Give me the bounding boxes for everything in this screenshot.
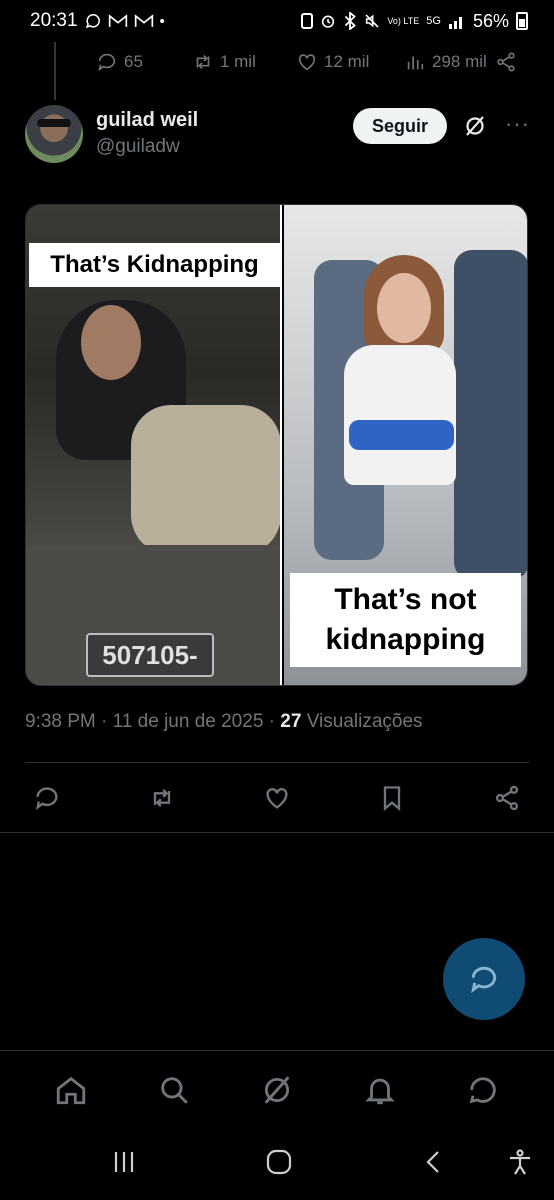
prev-share-button[interactable]	[495, 51, 517, 73]
meme-divider	[279, 205, 282, 685]
like-icon	[298, 54, 316, 71]
mute-icon	[364, 13, 380, 29]
repost-icon	[196, 54, 210, 70]
right-caption-line1: That’s not	[334, 583, 477, 616]
back-icon	[426, 1151, 439, 1173]
home-system-button[interactable]	[265, 1148, 293, 1181]
left-caption: That’s Kidnapping	[29, 243, 280, 287]
photo-belt-right	[348, 420, 454, 450]
bluetooth-icon	[343, 12, 357, 30]
grok-icon[interactable]	[463, 114, 487, 138]
photo-face-left	[81, 305, 141, 380]
tweet-media[interactable]: That’s Kidnapping 507105- That’s not kid…	[25, 204, 528, 686]
more-options-icon[interactable]: ···	[505, 111, 530, 137]
status-right: Vo) LTE 5G 56%	[301, 11, 528, 32]
battery-icon	[516, 12, 528, 30]
prev-repost-button[interactable]: 1 mil	[192, 51, 296, 73]
right-caption-line2: kidnapping	[325, 623, 486, 656]
notification-dot-icon: •	[159, 12, 165, 30]
volte-icon: Vo) LTE	[387, 15, 420, 26]
meta-separator: ·	[101, 711, 108, 732]
bookmark-icon[interactable]	[378, 784, 406, 812]
photo-face-right	[376, 273, 431, 343]
gmail-icon	[108, 13, 128, 29]
license-plate: 507105-	[86, 633, 214, 677]
alarm-icon	[320, 13, 336, 29]
messages-icon[interactable]	[466, 1073, 500, 1107]
tweet-date[interactable]: 11 de jun de 2025	[113, 711, 264, 732]
author-name[interactable]: guilad weil	[96, 109, 198, 132]
prev-views-button[interactable]: 298 mil	[404, 51, 487, 73]
divider-bottom	[0, 832, 554, 833]
prev-like-button[interactable]: 12 mil	[296, 51, 404, 73]
photo-shirt-right	[343, 345, 456, 485]
tweet-time[interactable]: 9:38 PM	[25, 711, 96, 732]
prev-like-count: 12 mil	[324, 52, 370, 71]
tweet-meta: 9:38 PM · 11 de jun de 2025 · 27 Visuali…	[25, 711, 423, 733]
status-left: 20:31 •	[30, 10, 165, 32]
home-icon[interactable]	[54, 1073, 88, 1107]
prev-reply-count: 65	[124, 52, 143, 71]
grok-icon[interactable]	[260, 1073, 294, 1107]
repost-icon[interactable]	[148, 784, 176, 812]
signal-icon	[448, 13, 466, 29]
prev-tweet-actions: 65 1 mil 12 mil 298 mil	[96, 48, 530, 76]
author-handle[interactable]: @guiladw	[96, 136, 198, 158]
accessibility-button[interactable]	[506, 1148, 534, 1181]
avatar[interactable]	[25, 105, 83, 163]
right-caption: That’s not kidnapping	[289, 573, 521, 667]
reply-icon	[98, 53, 116, 72]
share-icon[interactable]	[493, 784, 521, 812]
tweet-actions	[25, 781, 529, 815]
reply-icon	[471, 966, 497, 994]
views-count: 27	[280, 711, 302, 732]
share-icon	[497, 52, 515, 72]
prev-views-count: 298 mil	[432, 52, 487, 71]
meta-separator-2: ·	[268, 711, 275, 732]
network-type-icon: 5G	[426, 15, 441, 27]
meme-panel-left: That’s Kidnapping 507105-	[26, 205, 280, 685]
photo-legs-left	[131, 405, 280, 555]
follow-button[interactable]: Seguir	[353, 108, 448, 144]
accessibility-icon	[510, 1149, 530, 1175]
recent-apps-button[interactable]	[110, 1148, 138, 1181]
status-time: 20:31	[30, 10, 78, 31]
home-circle-icon	[266, 1149, 292, 1175]
back-button[interactable]	[420, 1148, 448, 1181]
photo-seat-right	[453, 250, 527, 580]
system-nav-bar	[0, 1128, 554, 1200]
meme-panel-right: That’s not kidnapping	[283, 205, 527, 685]
bottom-nav	[0, 1050, 554, 1128]
whatsapp-icon	[84, 12, 102, 30]
search-icon[interactable]	[157, 1073, 191, 1107]
divider-top	[25, 762, 529, 763]
recent-apps-icon	[114, 1152, 134, 1172]
tweet-author-row: guilad weil @guiladw Seguir ···	[25, 105, 530, 169]
reply-icon[interactable]	[33, 784, 61, 812]
views-label: Visualizações	[306, 711, 423, 732]
bell-icon[interactable]	[363, 1073, 397, 1107]
like-icon[interactable]	[263, 784, 291, 812]
views-icon	[407, 56, 424, 70]
compose-reply-button[interactable]	[443, 938, 525, 1020]
prev-repost-count: 1 mil	[220, 52, 256, 71]
gmail-icon-2	[134, 13, 154, 29]
battery-percent: 56%	[472, 10, 509, 31]
thread-line	[54, 42, 56, 100]
sim-icon	[301, 13, 314, 29]
prev-reply-button[interactable]: 65	[96, 51, 192, 73]
status-bar: 20:31 • Vo) LTE 5G 56%	[0, 0, 554, 42]
author-info[interactable]: guilad weil @guiladw	[96, 109, 198, 158]
